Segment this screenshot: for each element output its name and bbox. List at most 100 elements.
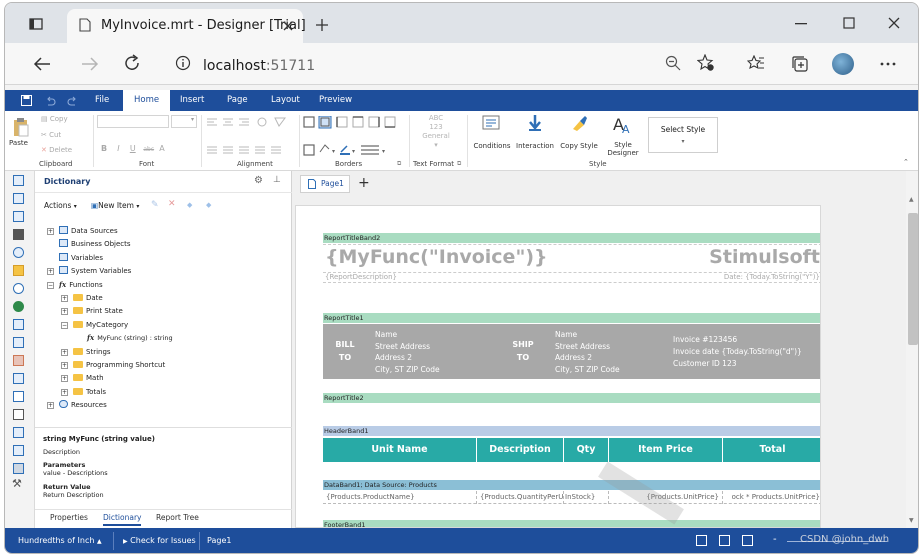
- tab-actions-icon[interactable]: [29, 18, 43, 30]
- file-menu[interactable]: File: [95, 90, 109, 111]
- report-description[interactable]: {ReportDescription}: [325, 273, 397, 281]
- tree-item[interactable]: MyCategory: [73, 319, 128, 331]
- borders-launcher-icon[interactable]: ⧉: [397, 160, 401, 168]
- minimize-icon[interactable]: [795, 23, 807, 25]
- select-style-gallery[interactable]: Select Style ▾: [648, 117, 718, 153]
- bold-button[interactable]: B: [101, 144, 107, 153]
- view-whole-page-icon[interactable]: [719, 535, 730, 546]
- toolbox-band-icon[interactable]: [13, 175, 24, 186]
- toolbox-image-icon[interactable]: [13, 355, 24, 366]
- cut-button[interactable]: ✂ Cut: [41, 131, 61, 139]
- tree-item[interactable]: Data Sources: [59, 225, 118, 237]
- text-format-button[interactable]: ABC 123 General ▾: [419, 114, 453, 150]
- tree-item[interactable]: System Variables: [59, 265, 131, 277]
- collections-icon[interactable]: [791, 55, 809, 73]
- tree-expander-icon[interactable]: −: [47, 281, 54, 289]
- toolbox-tools-icon[interactable]: ⚒: [12, 477, 22, 490]
- cell-quantity-per-unit[interactable]: {Products.QuantityPerUnit}: [477, 491, 564, 504]
- browser-tab[interactable]: MyInvoice.mrt - Designer [Trial]: [67, 9, 306, 43]
- collapse-ribbon-icon[interactable]: ⌃: [903, 158, 909, 166]
- band-report-title2[interactable]: ReportTitleBand2: [323, 233, 820, 243]
- scroll-down-icon[interactable]: ▼: [909, 517, 914, 524]
- tab-preview[interactable]: Preview: [319, 90, 352, 111]
- header-item-price[interactable]: Item Price: [609, 438, 723, 462]
- tree-expander-icon[interactable]: +: [47, 402, 54, 410]
- cell-total[interactable]: ock * Products.UnitPrice}: [723, 491, 820, 504]
- move-down-icon[interactable]: ◆: [206, 201, 211, 209]
- band-header[interactable]: HeaderBand1: [323, 426, 820, 436]
- report-page[interactable]: ReportTitleBand2 {MyFunc("Invoice")} Sti…: [295, 205, 821, 528]
- toolbox-band-icon[interactable]: [13, 193, 24, 204]
- tab-insert[interactable]: Insert: [180, 90, 204, 111]
- pin-icon[interactable]: ⊥: [273, 175, 281, 185]
- favorites-icon[interactable]: [747, 55, 765, 71]
- url-field[interactable]: localhost:51711: [203, 55, 315, 74]
- delete-item-icon[interactable]: ✕: [168, 199, 176, 209]
- font-color-button[interactable]: A: [159, 144, 164, 153]
- header-total[interactable]: Total: [723, 438, 820, 462]
- toolbox-table-icon[interactable]: [13, 337, 24, 348]
- favorite-add-icon[interactable]: [697, 54, 715, 72]
- tab-home[interactable]: Home: [123, 90, 171, 111]
- close-window-icon[interactable]: [888, 17, 900, 29]
- zoom-icon[interactable]: [665, 55, 681, 71]
- scrollbar-thumb[interactable]: [908, 213, 918, 345]
- company-name[interactable]: Stimulsoft: [709, 246, 820, 268]
- new-item-menu[interactable]: ▣New Item ▾: [91, 201, 139, 210]
- view-multiple-pages-icon[interactable]: [742, 535, 753, 546]
- refresh-icon[interactable]: [123, 54, 141, 72]
- conditions-button[interactable]: Conditions: [473, 114, 511, 150]
- date-expression[interactable]: Date: {Today.ToString("Y")}: [724, 273, 820, 281]
- save-icon[interactable]: [21, 95, 32, 106]
- cell-product-name[interactable]: {Products.ProductName}: [323, 491, 477, 504]
- tree-expander-icon[interactable]: +: [61, 375, 68, 383]
- strikethrough-button[interactable]: abc: [143, 146, 154, 153]
- settings-gear-icon[interactable]: ⚙: [254, 175, 263, 186]
- toolbox-checkbox-icon[interactable]: [13, 427, 24, 438]
- tree-item[interactable]: Math: [73, 372, 104, 384]
- style-designer-button[interactable]: AA Style Designer: [603, 114, 643, 157]
- edit-icon[interactable]: ✎: [151, 200, 159, 210]
- paste-button[interactable]: Paste: [9, 117, 29, 147]
- close-tab-icon[interactable]: [283, 21, 293, 31]
- tree-item[interactable]: fx Functions: [59, 279, 103, 291]
- title-expression[interactable]: {MyFunc("Invoice")}: [325, 246, 548, 268]
- back-icon[interactable]: [33, 56, 51, 72]
- scroll-up-icon[interactable]: ▲: [909, 196, 914, 203]
- delete-button[interactable]: ✕ Delete: [41, 146, 72, 154]
- toolbox-subreport-icon[interactable]: [13, 445, 24, 456]
- toolbox-text-icon[interactable]: [13, 319, 24, 330]
- tree-item[interactable]: fx MyFunc (string) : string: [87, 332, 173, 344]
- forward-icon[interactable]: [81, 56, 99, 72]
- italic-button[interactable]: I: [117, 144, 119, 153]
- header-description[interactable]: Description: [477, 438, 564, 462]
- tree-item[interactable]: Print State: [73, 305, 123, 317]
- underline-button[interactable]: U: [130, 144, 136, 153]
- copy-style-button[interactable]: Copy Style: [557, 114, 601, 150]
- tree-expander-icon[interactable]: +: [47, 228, 54, 235]
- tree-item[interactable]: Variables: [59, 252, 103, 264]
- tree-item[interactable]: Date: [73, 292, 103, 304]
- tree-expander-icon[interactable]: +: [47, 268, 54, 276]
- toolbox-rectangle-icon[interactable]: [13, 409, 24, 420]
- font-name-select[interactable]: [97, 115, 169, 128]
- band-report-title-2[interactable]: ReportTitle2: [323, 393, 820, 403]
- border-icons[interactable]: ▾ ▾ ▾: [303, 116, 407, 158]
- tree-expander-icon[interactable]: −: [61, 321, 68, 329]
- tree-item[interactable]: Strings: [73, 346, 111, 358]
- tab-page[interactable]: Page: [227, 90, 248, 111]
- copy-button[interactable]: ▤ Copy: [41, 115, 68, 123]
- view-page-width-icon[interactable]: [696, 535, 707, 546]
- font-size-select[interactable]: ▾: [171, 115, 197, 128]
- page-tab[interactable]: Page1: [300, 175, 350, 193]
- move-up-icon[interactable]: ◆: [187, 201, 192, 209]
- toolbox-cross-band-icon[interactable]: [13, 211, 24, 222]
- tree-expander-icon[interactable]: +: [61, 308, 68, 316]
- text-format-launcher-icon[interactable]: ⧉: [457, 160, 461, 168]
- site-info-icon[interactable]: [175, 55, 191, 71]
- tab-layout[interactable]: Layout: [271, 90, 300, 111]
- tree-item[interactable]: Resources: [59, 399, 107, 411]
- check-for-issues-button[interactable]: ▶ Check for Issues: [123, 536, 196, 545]
- tab-report-tree[interactable]: Report Tree: [156, 513, 199, 522]
- band-data[interactable]: DataBand1; Data Source: Products: [323, 480, 820, 490]
